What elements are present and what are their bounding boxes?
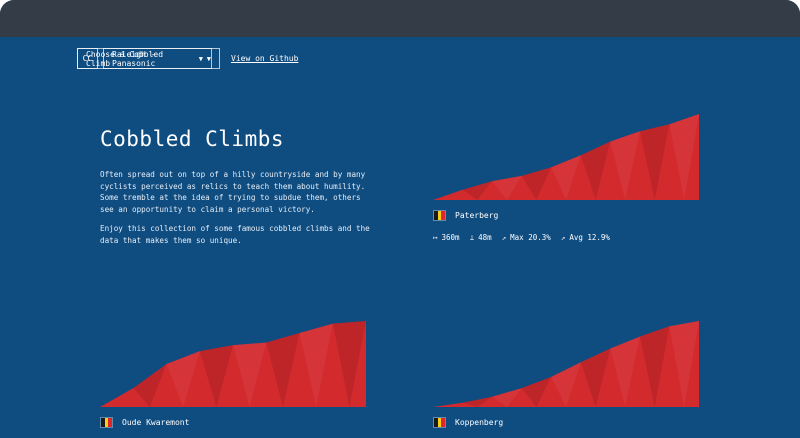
gradient-icon: ↗ (560, 233, 566, 242)
belgium-flag-icon (100, 417, 113, 428)
climb-title: Koppenberg (433, 417, 699, 428)
gradient-icon: ↗ (501, 233, 507, 242)
intro-section: Cobbled Climbs Often spread out on top o… (100, 127, 375, 254)
climb-stats: ↦ 360m ⊥ 48m ↗ Max 20.3% ↗ Avg 12.9% (433, 233, 699, 242)
climb-name: Koppenberg (455, 418, 504, 427)
elevation-profile-chart (433, 321, 699, 407)
stat-max-gradient: ↗ Max 20.3% (502, 233, 551, 242)
climb-name: Paterberg (455, 211, 499, 220)
stat-length: ↦ 360m (433, 233, 460, 242)
top-nav: CC Choose a Cobbled Climb ▼ Raleigh - Pa… (77, 47, 298, 70)
github-link[interactable]: View on Github (231, 54, 298, 63)
climb-name: Oude Kwaremont (122, 418, 190, 427)
window-titlebar (0, 0, 800, 37)
stat-elevation: ⊥ 48m (470, 233, 492, 242)
stat-avg-gradient: ↗ Avg 12.9% (561, 233, 610, 242)
stat-avg-value: Avg 12.9% (569, 233, 610, 242)
intro-paragraph: Enjoy this collection of some famous cob… (100, 224, 370, 245)
elevation-profile-chart (433, 114, 699, 200)
intro-paragraph: Often spread out on top of a hilly count… (100, 170, 366, 214)
browser-window: CC Choose a Cobbled Climb ▼ Raleigh - Pa… (0, 0, 800, 438)
stat-elevation-value: 48m (478, 233, 492, 242)
elevation-profile-chart (100, 321, 366, 407)
caret-down-icon: ▼ (198, 54, 203, 63)
climb-select-label: Choose a Cobbled Climb (86, 49, 164, 68)
climb-select[interactable]: Choose a Cobbled Climb ▼ (77, 48, 212, 69)
climb-title: Paterberg (433, 210, 699, 221)
climb-title: Oude Kwaremont (100, 417, 366, 428)
page-content: CC Choose a Cobbled Climb ▼ Raleigh - Pa… (0, 37, 800, 438)
page-title: Cobbled Climbs (100, 127, 285, 151)
elevation-icon: ⊥ (469, 233, 475, 242)
length-icon: ↦ (433, 233, 438, 242)
climb-card-oude-kwaremont[interactable]: Oude Kwaremont (100, 319, 366, 428)
belgium-flag-icon (433, 210, 446, 221)
climb-card-koppenberg[interactable]: Koppenberg (433, 319, 699, 428)
climb-card-paterberg[interactable]: Paterberg ↦ 360m ⊥ 48m ↗ Max 20.3% ↗ Avg 12.… (433, 112, 699, 242)
stat-length-value: 360m (441, 233, 460, 242)
stat-max-value: Max 20.3% (510, 233, 551, 242)
belgium-flag-icon (433, 417, 446, 428)
